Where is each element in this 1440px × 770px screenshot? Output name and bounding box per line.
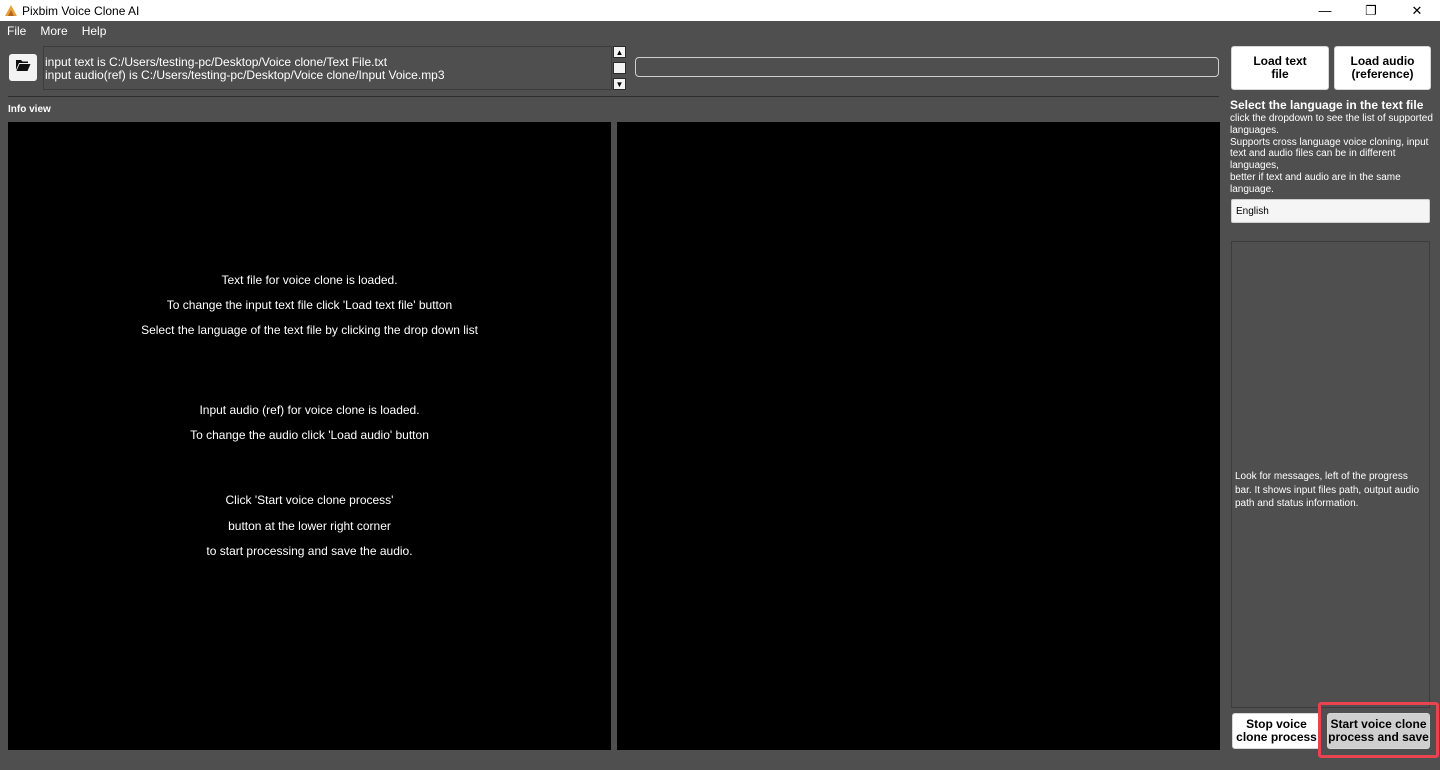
help-line: better if text and audio are in the same (1230, 171, 1401, 183)
language-help-text: click the dropdown to see the list of su… (1230, 113, 1435, 196)
language-dropdown[interactable]: English (1231, 199, 1430, 223)
input-audio-path: input audio(ref) is C:/Users/testing-pc/… (45, 68, 445, 82)
restore-button[interactable]: ❐ (1348, 0, 1394, 21)
open-folder-button[interactable] (9, 54, 37, 81)
close-button[interactable]: ✕ (1394, 0, 1440, 21)
divider (8, 96, 1219, 97)
app-logo-icon (4, 4, 18, 18)
scroll-up-button[interactable]: ▲ (613, 46, 626, 58)
stop-voice-clone-button[interactable]: Stop voice clone process (1232, 713, 1321, 749)
menu-help[interactable]: Help (75, 24, 114, 38)
help-line: Supports cross language voice cloning, i… (1230, 136, 1429, 148)
progress-bar (635, 57, 1219, 77)
help-line: click the dropdown to see the list of su… (1230, 113, 1433, 124)
info-line: button at the lower right corner (228, 519, 391, 533)
help-line: language. (1230, 183, 1274, 195)
highlight-box (1318, 702, 1439, 758)
help-line: languages. (1230, 124, 1279, 136)
info-view-panel-left: Text file for voice clone is loaded. To … (8, 122, 611, 750)
scroll-thumb[interactable] (613, 62, 626, 74)
folder-open-icon (15, 58, 31, 77)
menu-file[interactable]: File (0, 24, 33, 38)
help-line: languages, (1230, 160, 1279, 172)
menu-bar: File More Help (0, 21, 113, 41)
input-info-textbox[interactable]: input text is C:/Users/testing-pc/Deskto… (43, 46, 612, 90)
minimize-button[interactable]: — (1302, 0, 1348, 21)
info-line: To change the audio click 'Load audio' b… (190, 428, 429, 442)
language-heading: Select the language in the text file (1230, 98, 1424, 112)
info-line: Text file for voice clone is loaded. (221, 273, 398, 287)
info-line: To change the input text file click 'Loa… (166, 298, 453, 312)
help-line: text and audio files can be in different (1230, 148, 1396, 160)
title-bar: Pixbim Voice Clone AI — ❐ ✕ (0, 0, 1440, 21)
info-view-panel-right (617, 122, 1220, 750)
info-line: Select the language of the text file by … (141, 323, 478, 337)
message-help-text: Look for messages, left of the progress … (1235, 471, 1420, 509)
button-label: file (1271, 67, 1289, 81)
menu-more[interactable]: More (33, 24, 74, 38)
info-line: to start processing and save the audio. (206, 544, 413, 558)
window-title: Pixbim Voice Clone AI (22, 3, 140, 18)
info-view-label: Info view (8, 104, 51, 115)
scroll-down-button[interactable]: ▼ (613, 78, 626, 90)
load-text-file-button[interactable]: Load text file (1231, 46, 1329, 90)
button-label: clone process (1236, 730, 1317, 744)
message-panel: Look for messages, left of the progress … (1231, 241, 1430, 708)
load-audio-button[interactable]: Load audio (reference) (1334, 46, 1431, 90)
info-line: Click 'Start voice clone process' (225, 493, 394, 507)
info-line: Input audio (ref) for voice clone is loa… (199, 403, 420, 417)
button-label: (reference) (1351, 67, 1414, 81)
info-scrollbar[interactable]: ▲ ▼ (613, 46, 628, 90)
